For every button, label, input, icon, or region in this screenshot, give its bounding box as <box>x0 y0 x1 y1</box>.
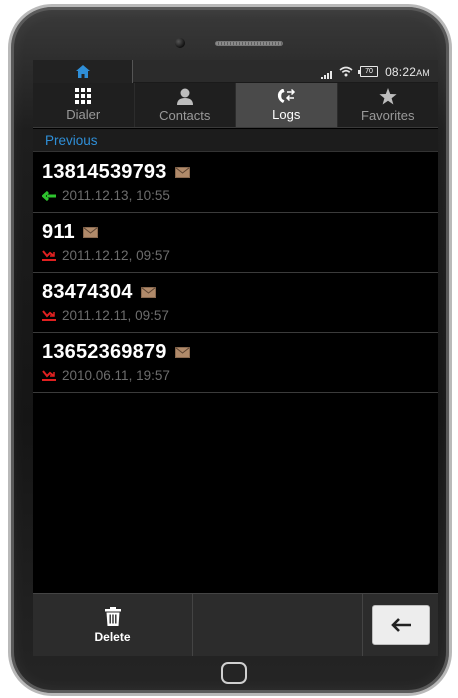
call-log-list: 13814539793 2011.12.13, 10:55 911 2011.1… <box>33 153 438 393</box>
call-log-item[interactable]: 83474304 2011.12.11, 09:57 <box>33 273 438 333</box>
battery-icon: 70 <box>358 66 379 77</box>
tab-bar: Dialer Contacts Logs Favorites <box>33 83 438 128</box>
call-datetime: 2011.12.13, 10:55 <box>62 188 170 203</box>
message-icon[interactable] <box>140 287 156 298</box>
tab-dialer[interactable]: Dialer <box>33 83 135 127</box>
clock-suffix: AM <box>416 67 430 78</box>
back-arrow-icon <box>390 618 411 632</box>
call-datetime: 2011.12.11, 09:57 <box>62 308 169 323</box>
call-number: 83474304 <box>42 281 133 303</box>
bottom-action-bar: Delete <box>33 593 438 656</box>
message-icon[interactable] <box>174 347 190 358</box>
back-button[interactable] <box>371 605 430 645</box>
incoming-call-icon <box>42 190 56 201</box>
call-log-item[interactable]: 13652369879 2010.06.11, 19:57 <box>33 333 438 393</box>
missed-call-icon <box>42 250 56 261</box>
call-number: 911 <box>42 221 75 243</box>
call-log-item[interactable]: 13814539793 2011.12.13, 10:55 <box>33 153 438 213</box>
front-camera <box>175 38 185 48</box>
delete-button[interactable]: Delete <box>33 594 193 656</box>
status-bar: 70 08:22AM <box>33 60 438 83</box>
star-icon <box>379 87 397 104</box>
tab-contacts-label: Contacts <box>159 107 211 123</box>
keypad-icon <box>75 88 92 104</box>
hardware-home-button[interactable] <box>221 662 247 684</box>
call-log-item[interactable]: 911 2011.12.12, 09:57 <box>33 213 438 273</box>
call-datetime: 2010.06.11, 19:57 <box>62 368 170 383</box>
message-icon[interactable] <box>82 227 98 238</box>
back-cell <box>363 594 438 656</box>
tab-favorites[interactable]: Favorites <box>338 83 439 127</box>
section-header-previous: Previous <box>33 129 438 152</box>
status-clock: 08:22AM <box>385 65 430 79</box>
tab-dialer-label: Dialer <box>66 107 101 122</box>
phone-screen: 70 08:22AM Dialer Contacts Logs Favorite… <box>33 60 438 656</box>
earpiece-speaker <box>215 41 283 46</box>
tab-logs[interactable]: Logs <box>236 83 338 127</box>
home-icon <box>75 65 90 78</box>
battery-level: 70 <box>365 68 373 75</box>
signal-icon <box>321 69 333 79</box>
trash-icon <box>104 606 121 626</box>
person-icon <box>176 88 193 105</box>
tab-contacts[interactable]: Contacts <box>135 83 236 127</box>
missed-call-icon <box>42 310 56 321</box>
delete-label: Delete <box>94 629 131 644</box>
bottom-bar-spacer <box>193 594 363 656</box>
call-datetime: 2011.12.12, 09:57 <box>62 248 170 263</box>
message-icon[interactable] <box>174 167 190 178</box>
call-number: 13652369879 <box>42 341 167 363</box>
call-log-icon <box>278 88 296 103</box>
home-button[interactable] <box>33 60 133 83</box>
clock-time: 08:22 <box>385 64 417 79</box>
call-number: 13814539793 <box>42 161 167 183</box>
tab-favorites-label: Favorites <box>361 107 415 123</box>
status-indicators: 70 08:22AM <box>321 60 430 83</box>
tab-logs-label: Logs <box>272 107 301 122</box>
wifi-icon <box>339 66 353 77</box>
missed-call-icon <box>42 370 56 381</box>
